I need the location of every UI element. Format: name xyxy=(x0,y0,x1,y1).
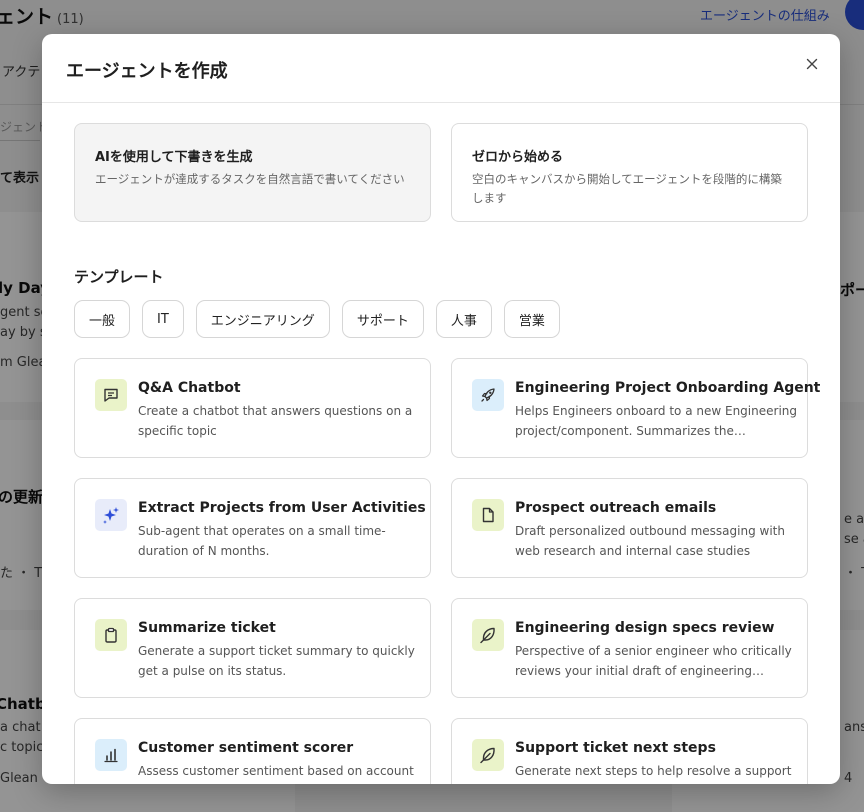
template-description: Create a chatbot that answers questions … xyxy=(138,404,413,438)
create-agent-dialog: エージェントを作成 AIを使用して下書きを生成 エージェントが達成するタスクを自… xyxy=(42,34,840,784)
feather-icon xyxy=(472,619,504,651)
option-title: AIを使用して下書きを生成 xyxy=(95,150,253,165)
template-card-extract-projects[interactable]: Extract Projects from User Activities Su… xyxy=(74,478,431,578)
template-description: Sub-agent that operates on a small time-… xyxy=(138,524,386,558)
template-title: Customer sentiment scorer xyxy=(138,740,354,756)
template-card-prospect-outreach[interactable]: Prospect outreach emails Draft personali… xyxy=(451,478,808,578)
template-card-qa-chatbot[interactable]: Q&A Chatbot Create a chatbot that answer… xyxy=(74,358,431,458)
template-description: Perspective of a senior engineer who cri… xyxy=(515,644,792,678)
template-card-design-specs-review[interactable]: Engineering design specs review Perspect… xyxy=(451,598,808,698)
rocket-icon xyxy=(472,379,504,411)
template-card-summarize-ticket[interactable]: Summarize ticket Generate a support tick… xyxy=(74,598,431,698)
option-title: ゼロから始める xyxy=(472,150,564,165)
template-title: Engineering Project Onboarding Agent xyxy=(515,380,821,396)
close-icon xyxy=(806,58,818,70)
category-chip-it[interactable]: IT xyxy=(142,300,184,338)
start-from-scratch-option[interactable]: ゼロから始める 空白のキャンバスから開始してエージェントを段階的に構築します xyxy=(451,123,808,222)
generate-with-ai-option[interactable]: AIを使用して下書きを生成 エージェントが達成するタスクを自然言語で書いてくださ… xyxy=(74,123,431,222)
category-chip-engineering[interactable]: エンジニアリング xyxy=(195,300,330,338)
template-title: Engineering design specs review xyxy=(515,620,775,636)
chat-icon xyxy=(95,379,127,411)
template-title: Support ticket next steps xyxy=(515,740,716,756)
close-button[interactable] xyxy=(800,52,824,76)
template-card-engineering-onboarding[interactable]: Engineering Project Onboarding Agent Hel… xyxy=(451,358,820,458)
option-description: 空白のキャンバスから開始してエージェントを段階的に構築します xyxy=(472,172,782,205)
category-chip-general[interactable]: 一般 xyxy=(74,300,131,338)
template-title: Q&A Chatbot xyxy=(138,380,241,396)
template-description: Draft personalized outbound messaging wi… xyxy=(515,524,785,558)
template-title: Summarize ticket xyxy=(138,620,276,636)
template-category-filters: 一般 IT エンジニアリング サポート 人事 営業 xyxy=(74,300,560,338)
template-description: Generate a support ticket summary to qui… xyxy=(138,644,415,678)
template-description: Generate next steps to help resolve a su… xyxy=(515,764,792,778)
dialog-title: エージェントを作成 xyxy=(66,61,228,82)
template-card-customer-sentiment[interactable]: Customer sentiment scorer Assess custome… xyxy=(74,718,431,784)
category-chip-sales[interactable]: 営業 xyxy=(503,300,560,338)
dialog-body[interactable]: AIを使用して下書きを生成 エージェントが達成するタスクを自然言語で書いてくださ… xyxy=(42,103,840,784)
templates-heading: テンプレート xyxy=(74,268,164,286)
template-card-support-next-steps[interactable]: Support ticket next steps Generate next … xyxy=(451,718,808,784)
option-description: エージェントが達成するタスクを自然言語で書いてください xyxy=(95,172,405,186)
feather-icon xyxy=(472,739,504,771)
template-title: Prospect outreach emails xyxy=(515,500,717,516)
template-title: Extract Projects from User Activities xyxy=(138,500,426,516)
dialog-header: エージェントを作成 xyxy=(42,34,840,103)
template-description: Helps Engineers onboard to a new Enginee… xyxy=(515,404,797,438)
document-icon xyxy=(472,499,504,531)
bar-chart-icon xyxy=(95,739,127,771)
category-chip-hr[interactable]: 人事 xyxy=(435,300,492,338)
clipboard-icon xyxy=(95,619,127,651)
category-chip-support[interactable]: サポート xyxy=(341,300,424,338)
sparkle-icon xyxy=(95,499,127,531)
template-description: Assess customer sentiment based on accou… xyxy=(138,764,414,778)
